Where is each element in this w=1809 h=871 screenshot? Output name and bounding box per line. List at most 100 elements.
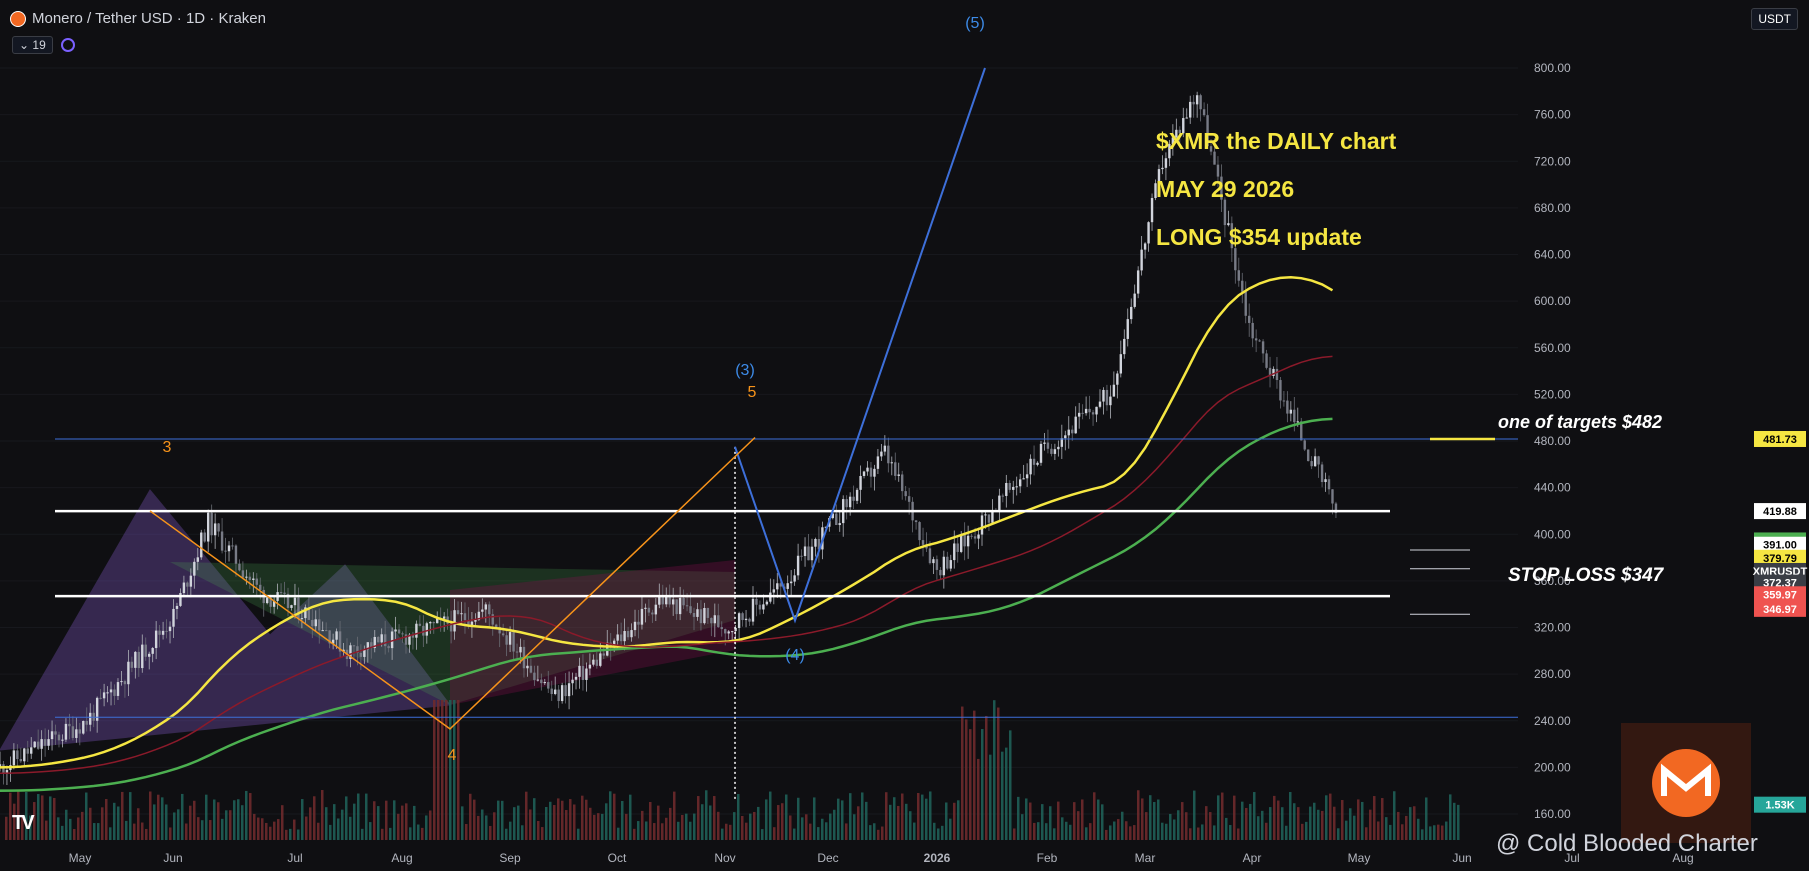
volume-bar <box>981 729 984 840</box>
candle-body <box>1164 158 1168 168</box>
candle-body <box>50 731 54 740</box>
volume-bar <box>117 806 120 840</box>
volume-bar <box>561 800 564 840</box>
volume-bar <box>1405 815 1408 840</box>
volume-bar <box>741 815 744 840</box>
candle-body <box>123 681 127 685</box>
candle-body <box>1071 429 1074 434</box>
volume-bar <box>1053 828 1056 840</box>
candle-body <box>26 748 29 754</box>
candle-body <box>696 609 699 617</box>
candle-body <box>654 604 658 615</box>
candle-body <box>137 651 140 669</box>
candle-body <box>876 456 880 469</box>
volume-bar <box>649 801 652 840</box>
price-tick: 720.00 <box>1534 154 1571 168</box>
volume-bar <box>353 803 356 840</box>
volume-bar <box>1377 821 1380 840</box>
volume-bar <box>485 815 488 840</box>
volume-bar <box>265 822 268 840</box>
volume-bar <box>925 798 928 840</box>
volume-bar <box>1293 803 1296 840</box>
volume-bar <box>881 826 884 840</box>
volume-bar <box>357 793 360 840</box>
volume-bar <box>213 799 216 840</box>
volume-bar <box>989 754 992 840</box>
volume-bar <box>181 793 184 840</box>
candle-body <box>234 545 238 564</box>
candle-body <box>869 467 873 477</box>
volume-bar <box>797 797 800 840</box>
candle-body <box>71 726 75 738</box>
volume-bar <box>1017 796 1020 840</box>
candle-body <box>866 467 869 472</box>
candle-body <box>47 739 50 746</box>
candle-body <box>963 534 966 547</box>
volume-bar <box>1005 747 1008 840</box>
candle-body <box>293 597 297 606</box>
symbol-header[interactable]: Monero / Tether USD · 1D · Kraken <box>10 10 266 27</box>
candle-body <box>508 632 512 645</box>
time-tick: Mar <box>1135 851 1156 865</box>
candle-body <box>678 598 682 615</box>
candle-body <box>880 451 883 457</box>
symbol-title[interactable]: Monero / Tether USD · 1D · Kraken <box>32 10 266 27</box>
volume-bar <box>1013 828 1016 840</box>
volume-bar <box>281 805 284 840</box>
tradingview-logo[interactable]: TV <box>12 812 34 835</box>
candle-body <box>481 609 484 612</box>
candle-body <box>616 634 619 641</box>
volume-bar <box>509 821 512 840</box>
volume-bar <box>753 811 756 840</box>
candle-body <box>1237 270 1240 281</box>
candle-body <box>1119 354 1123 374</box>
candle-body <box>1046 442 1050 449</box>
candle-body <box>630 630 633 638</box>
volume-bar <box>129 792 132 840</box>
volume-bar <box>1069 824 1072 840</box>
volume-bar <box>37 794 40 840</box>
volume-bar <box>1025 798 1028 840</box>
price-chart[interactable]: (5)(3)53(4)4 0.382 (386.54)0.5 (370.42)0… <box>0 0 1809 871</box>
volume-bar <box>421 827 424 840</box>
volume-bar <box>173 812 176 840</box>
volume-bar <box>889 804 892 840</box>
candle-body <box>106 692 109 694</box>
volume-bar <box>241 805 244 840</box>
volume-bar <box>1185 812 1188 840</box>
candle-body <box>501 633 505 636</box>
volume-bar <box>305 816 308 840</box>
candle-body <box>585 668 588 680</box>
candle-body <box>554 689 557 695</box>
sync-icon[interactable] <box>60 38 75 52</box>
candle-body <box>432 622 435 624</box>
volume-bar <box>1245 807 1248 840</box>
candle-body <box>394 629 397 632</box>
volume-bar <box>645 821 648 840</box>
volume-bar <box>313 796 316 840</box>
volume-bar <box>1225 817 1228 840</box>
volume-bar <box>1257 816 1260 840</box>
volume-bar <box>565 810 568 840</box>
candle-body <box>193 561 196 576</box>
candle-body <box>265 597 269 604</box>
candle-body <box>290 605 293 608</box>
currency-button[interactable]: USDT <box>1751 8 1798 30</box>
candle-body <box>980 515 984 535</box>
candle-body <box>984 514 987 516</box>
volume-bar <box>393 800 396 840</box>
candle-body <box>40 739 43 749</box>
candle-body <box>390 631 394 649</box>
volume-bar <box>337 818 340 840</box>
candle-body <box>1317 456 1320 465</box>
candle-body <box>1244 291 1247 316</box>
price-tick: 600.00 <box>1534 294 1571 308</box>
indicators-toggle-button[interactable]: ⌄ 19 <box>12 36 53 54</box>
wave-label: 3 <box>163 439 172 456</box>
volume-bar <box>1385 817 1388 840</box>
volume-bar <box>373 801 376 840</box>
volume-bar <box>997 707 1000 840</box>
candle-body <box>429 622 432 624</box>
volume-bar <box>805 814 808 840</box>
volume-bar <box>45 820 48 840</box>
